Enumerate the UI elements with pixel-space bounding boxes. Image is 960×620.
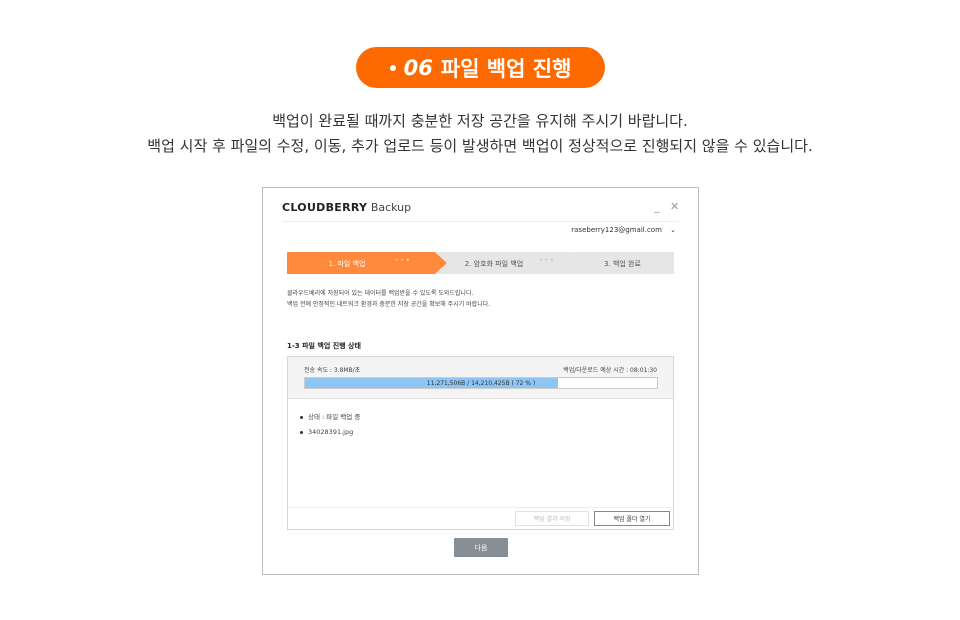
save-result-button[interactable]: 백업 결과 저장 <box>515 511 589 526</box>
step-label: 3. 백업 완료 <box>604 260 641 268</box>
account-email: raseberry123@gmail.com <box>571 226 662 234</box>
progress-panel: 전송 속도 : 3.8MB/초 백업/다운로드 예상 시간 : 08:01:30… <box>287 356 674 530</box>
section-title: 파일 백업 진행 <box>440 56 572 81</box>
open-folder-button[interactable]: 백업 폴더 열기 <box>594 511 670 526</box>
progress-text: 11,271,506B / 14,210,425B ( 72 % ) <box>426 380 536 387</box>
app-window: CLOUDBERRY Backup _ ✕ raseberry123@gmail… <box>262 187 699 575</box>
description-line-1: 백업이 완료될 때까지 충분한 저장 공간을 유지해 주시기 바랍니다. <box>272 112 688 130</box>
estimated-time: 백업/다운로드 예상 시간 : 08:01:30 <box>563 367 657 374</box>
minimize-icon[interactable]: _ <box>654 200 660 213</box>
step-backup-complete: 3. 백업 완료 <box>571 252 674 274</box>
step-encrypted-backup: 2. 암호화 파일 백업 ••• <box>435 252 583 274</box>
transfer-speed: 전송 속도 : 3.8MB/초 <box>304 367 361 374</box>
bullet-icon <box>300 415 303 419</box>
panel-footer: 백업 결과 저장 백업 폴더 열기 <box>288 507 673 529</box>
file-item: 34028391.jpg <box>300 428 353 436</box>
status-text: 상태 : 파일 백업 중 <box>308 413 361 421</box>
step-number: 06 <box>403 55 433 80</box>
step-label: 1. 파일 백업 <box>328 260 366 268</box>
file-name: 34028391.jpg <box>308 428 354 436</box>
step-file-backup: 1. 파일 백업 ••• <box>287 252 447 274</box>
progress-header: 전송 속도 : 3.8MB/초 백업/다운로드 예상 시간 : 08:01:30… <box>288 357 673 399</box>
chevron-down-icon: ⌄ <box>670 226 676 234</box>
progress-section-title: 1-3 파일 백업 진행 상태 <box>287 342 361 350</box>
bullet-dot-icon <box>389 64 396 71</box>
app-logo: CLOUDBERRY Backup <box>282 201 411 214</box>
status-item: 상태 : 파일 백업 중 <box>300 411 360 421</box>
close-icon[interactable]: ✕ <box>670 200 679 213</box>
next-button[interactable]: 다음 <box>454 538 508 557</box>
description-line-2: 백업 시작 후 파일의 수정, 이동, 추가 업로드 등이 발생하면 백업이 정… <box>147 137 813 155</box>
progress-bar: 11,271,506B / 14,210,425B ( 72 % ) <box>304 377 658 389</box>
step-progress-dots-icon: ••• <box>395 257 412 264</box>
bullet-icon <box>300 430 303 434</box>
account-dropdown[interactable]: raseberry123@gmail.com ⌄ <box>571 226 676 234</box>
info-text-2: 백업 전에 안정적인 네트워크 환경과 충분한 저장 공간을 확보해 주시기 바… <box>287 301 491 308</box>
step-progress-dots-icon: ••• <box>539 257 556 264</box>
brand-name: CLOUDBERRY <box>282 201 368 214</box>
header-divider <box>282 221 679 222</box>
brand-product: Backup <box>370 201 412 214</box>
info-text-1: 클라우드베리에 저장되어 있는 데이터를 백업받을 수 있도록 도와드립니다. <box>287 290 474 297</box>
section-header-badge: 06 파일 백업 진행 <box>356 47 605 88</box>
